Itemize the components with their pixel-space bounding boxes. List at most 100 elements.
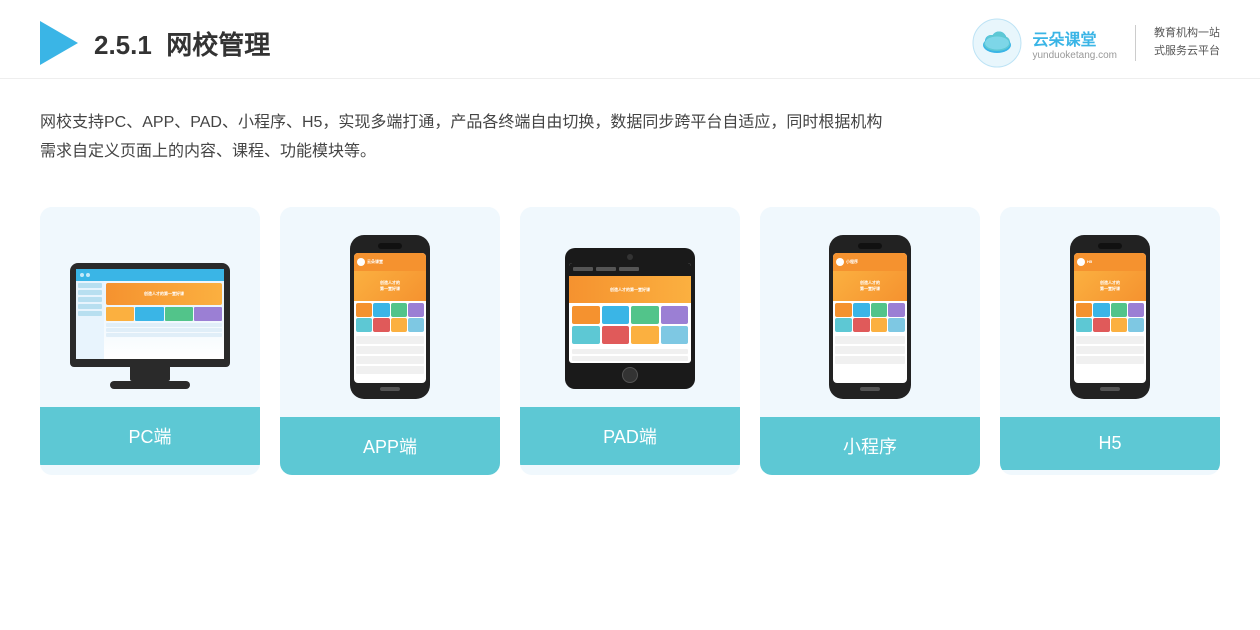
- screen-row: [106, 328, 222, 332]
- h5-grid-item: [1093, 303, 1109, 317]
- screen-card: [194, 307, 222, 321]
- pad-screen-inner: 创造人才的第一堂好课: [569, 263, 691, 363]
- device-cards-section: 创造人才的第一堂好课: [0, 187, 1260, 505]
- divider: [1135, 25, 1136, 61]
- phone-grid: [354, 301, 426, 334]
- h5-logo: [1077, 258, 1085, 266]
- description-area: 网校支持PC、APP、PAD、小程序、H5，实现多端打通，产品各终端自由切换，数…: [0, 79, 1260, 187]
- pad-header-item: [619, 267, 639, 271]
- mini-grid-item: [888, 318, 905, 332]
- page-header: 2.5.1 网校管理 云朵课堂: [0, 0, 1260, 79]
- grid-item: [373, 303, 389, 317]
- pad-camera: [627, 254, 633, 260]
- phone-screen-inner: 云朵课堂 创造人才的第一堂好课: [354, 253, 426, 383]
- mini-phone: 小程序 创造人才的第一堂好课: [829, 235, 911, 399]
- h5-home-button: [1100, 387, 1120, 391]
- h5-screen: H5 创造人才的第一堂好课: [1074, 253, 1146, 383]
- menu-item: [78, 304, 102, 309]
- h5-courses: [1074, 334, 1146, 366]
- brand-cloud-icon: [972, 18, 1022, 68]
- app-phone: 云朵课堂 创造人才的第一堂好课: [350, 235, 430, 399]
- mini-screen: 小程序 创造人才的第一堂好课: [833, 253, 907, 383]
- mini-course-row: [835, 356, 905, 364]
- menu-item: [78, 311, 102, 316]
- mini-courses: [833, 334, 907, 366]
- pad-grid-item: [572, 326, 600, 344]
- pad-grid-item: [661, 306, 689, 324]
- h5-grid-item: [1076, 303, 1092, 317]
- pc-image-area: 创造人才的第一堂好课: [40, 207, 260, 407]
- screen-sidebar: 创造人才的第一堂好课: [76, 281, 224, 359]
- header-left: 2.5.1 网校管理: [40, 21, 270, 65]
- monitor-bottom: [70, 359, 230, 367]
- screen-banner-text: 创造人才的第一堂好课: [144, 291, 184, 297]
- screen-left-nav: [76, 281, 104, 359]
- monitor-screen: 创造人才的第一堂好课: [76, 269, 224, 359]
- h5-grid-item: [1111, 318, 1127, 332]
- description-line2: 需求自定义页面上的内容、课程、功能模块等。: [40, 138, 1220, 167]
- screen-main-content: 创造人才的第一堂好课: [104, 281, 224, 359]
- mini-card: 小程序 创造人才的第一堂好课: [760, 207, 980, 475]
- screen-rows: [106, 323, 222, 337]
- screen-dot: [80, 273, 84, 277]
- mini-logo: [836, 258, 844, 266]
- brand-domain: yunduoketang.com: [1032, 50, 1117, 61]
- h5-grid-item: [1128, 318, 1144, 332]
- phone-screen: 云朵课堂 创造人才的第一堂好课: [354, 253, 426, 383]
- monitor-screen-outer: 创造人才的第一堂好课: [70, 263, 230, 359]
- mini-home-button: [860, 387, 880, 391]
- pad-grid-item: [661, 326, 689, 344]
- mini-banner: 创造人才的第一堂好课: [833, 271, 907, 301]
- h5-banner-text: 创造人才的第一堂好课: [1100, 280, 1120, 290]
- course-row: [356, 356, 424, 364]
- brand-name: 云朵课堂: [1032, 26, 1117, 50]
- h5-header: H5: [1074, 253, 1146, 271]
- mini-image-area: 小程序 创造人才的第一堂好课: [760, 207, 980, 417]
- pad-screen: 创造人才的第一堂好课: [569, 263, 691, 363]
- h5-header-text: H5: [1087, 259, 1092, 264]
- menu-item: [78, 283, 102, 288]
- phone-banner: 创造人才的第一堂好课: [354, 271, 426, 301]
- grid-item: [373, 318, 389, 332]
- screen-card: [165, 307, 193, 321]
- screen-card: [106, 307, 134, 321]
- grid-item: [391, 318, 407, 332]
- course-row: [356, 336, 424, 344]
- h5-course-row: [1076, 346, 1144, 354]
- grid-item: [391, 303, 407, 317]
- monitor-base: [110, 381, 190, 389]
- page-container: 2.5.1 网校管理 云朵课堂: [0, 0, 1260, 630]
- mini-grid-item: [871, 303, 888, 317]
- phone-notch: [378, 243, 402, 249]
- screen-row: [106, 323, 222, 327]
- pad-home-button: [622, 367, 638, 383]
- grid-item: [408, 303, 424, 317]
- pad-rows: [569, 347, 691, 363]
- pad-grid: [569, 303, 691, 347]
- screen-cards: [106, 307, 222, 321]
- mini-grid-item: [853, 303, 870, 317]
- pad-card: 创造人才的第一堂好课: [520, 207, 740, 475]
- monitor-stand: [130, 367, 170, 381]
- mini-notch: [858, 243, 882, 249]
- phone-header-text: 云朵课堂: [367, 259, 383, 265]
- h5-course-row: [1076, 336, 1144, 344]
- screen-row: [106, 333, 222, 337]
- mini-grid-item: [871, 318, 888, 332]
- pad-outer: 创造人才的第一堂好课: [565, 248, 695, 389]
- pad-grid-item: [631, 306, 659, 324]
- mini-label: 小程序: [760, 417, 980, 475]
- screen-content: 创造人才的第一堂好课: [76, 269, 224, 359]
- h5-grid-item: [1128, 303, 1144, 317]
- pad-image-area: 创造人才的第一堂好课: [520, 207, 740, 407]
- h5-label: H5: [1000, 417, 1220, 470]
- phone-home-button: [380, 387, 400, 391]
- h5-screen-inner: H5 创造人才的第一堂好课: [1074, 253, 1146, 383]
- app-label: APP端: [280, 417, 500, 475]
- app-image-area: 云朵课堂 创造人才的第一堂好课: [280, 207, 500, 417]
- mini-grid-item: [835, 303, 852, 317]
- pad-header-item: [596, 267, 616, 271]
- mini-course-row: [835, 336, 905, 344]
- mini-course-row: [835, 346, 905, 354]
- grid-item: [356, 303, 372, 317]
